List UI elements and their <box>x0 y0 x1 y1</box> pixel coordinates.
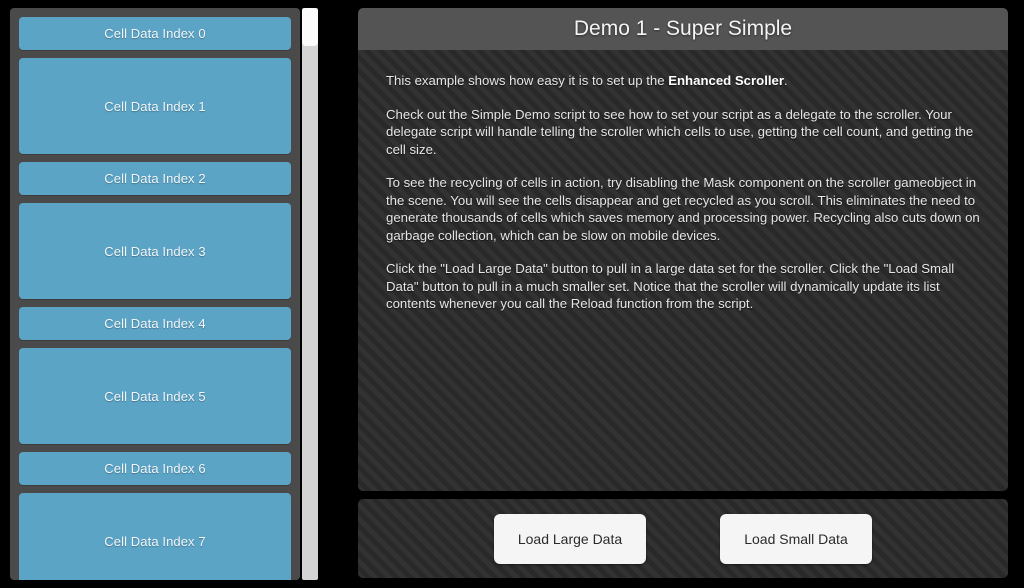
list-item-label: Cell Data Index 7 <box>104 533 206 549</box>
vertical-scrollbar[interactable] <box>302 8 318 580</box>
list-item[interactable]: Cell Data Index 5 <box>19 348 291 444</box>
list-item[interactable]: Cell Data Index 2 <box>19 162 291 195</box>
list-item-label: Cell Data Index 4 <box>104 316 206 331</box>
cell-list[interactable]: Cell Data Index 0 Cell Data Index 1 Cell D… <box>10 8 300 580</box>
list-item-label: Cell Data Index 2 <box>104 171 206 186</box>
page-title: Demo 1 - Super Simple <box>573 17 793 40</box>
description-paragraph: Check out the Simple Demo script to see … <box>386 106 974 157</box>
load-small-data-button[interactable]: Load Small Data <box>720 513 872 564</box>
list-item[interactable]: Cell Data Index 0 <box>19 17 291 50</box>
scroller-panel[interactable]: Cell Data Index 0 Cell Data Index 1 Cell D… <box>10 8 300 580</box>
list-item[interactable]: Cell Data Index 7 <box>19 493 291 580</box>
list-item[interactable]: Cell Data Index 6 <box>19 452 291 485</box>
list-item-label: Cell Data Index 1 <box>104 98 206 114</box>
description-paragraph: To see the recycling of cells in action,… <box>386 175 980 243</box>
paragraph-text: This example shows how easy it is to set… <box>386 73 669 88</box>
paragraph-text-tail: . <box>784 73 788 88</box>
list-item-label: Cell Data Index 5 <box>104 388 206 404</box>
description-body: This example shows how easy it is to set… <box>358 50 1008 491</box>
paragraph-emphasis: Enhanced Scroller <box>668 73 784 88</box>
list-item-label: Cell Data Index 0 <box>104 26 206 41</box>
description-paragraph: This example shows how easy it is to set… <box>386 72 980 90</box>
description-header: Demo 1 - Super Simple <box>358 8 1008 50</box>
list-item-label: Cell Data Index 3 <box>104 243 206 259</box>
list-item-label: Cell Data Index 6 <box>104 461 206 476</box>
description-paragraph: Click the "Load Large Data" button to pu… <box>386 261 955 311</box>
scrollbar-handle[interactable] <box>302 8 318 46</box>
description-panel: Demo 1 - Super Simple This example shows… <box>358 8 1008 491</box>
button-panel: Load Large Data Load Small Data <box>358 499 1008 578</box>
list-item[interactable]: Cell Data Index 4 <box>19 307 291 340</box>
list-item[interactable]: Cell Data Index 3 <box>19 203 291 299</box>
list-item[interactable]: Cell Data Index 1 <box>19 58 291 154</box>
load-large-data-button[interactable]: Load Large Data <box>494 513 646 564</box>
